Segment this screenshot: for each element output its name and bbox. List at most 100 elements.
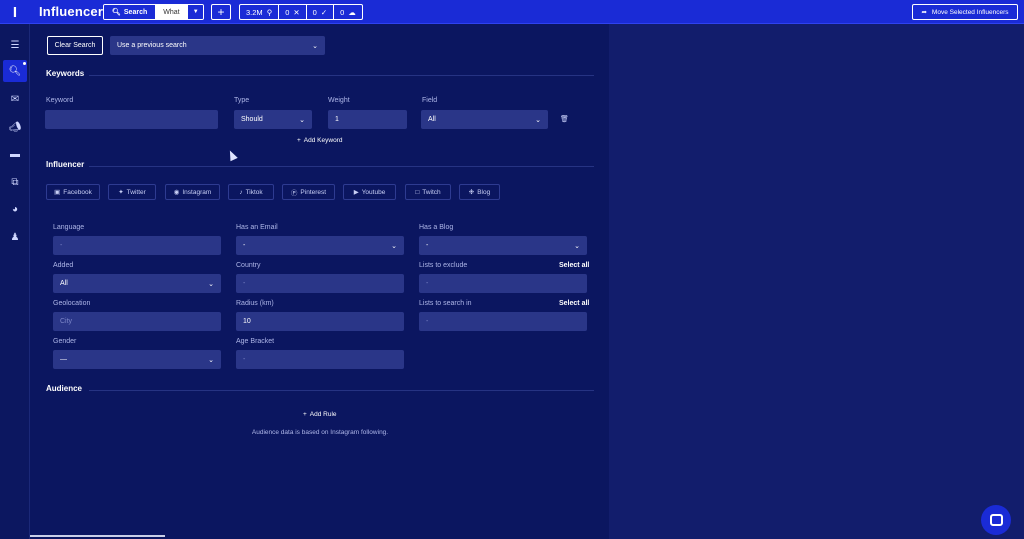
instagram-icon: ◉	[173, 189, 180, 196]
close-icon: ✕	[293, 7, 300, 17]
has-email-select[interactable]: - ⌄	[236, 236, 404, 255]
field-label: Field	[422, 97, 438, 104]
page-title: Influencers	[39, 4, 111, 19]
facebook-icon: ▣	[54, 189, 61, 196]
added-select[interactable]: All ⌄	[53, 274, 221, 293]
age-bracket-input[interactable]: -	[236, 350, 404, 369]
pie-chart-icon[interactable]: ◕	[3, 198, 27, 220]
chevron-down-icon: ⌄	[312, 42, 318, 50]
weight-input[interactable]: 1	[328, 110, 407, 129]
plus-icon: +	[303, 411, 307, 418]
audience-heading: Audience	[46, 384, 83, 393]
type-label: Type	[234, 97, 250, 104]
lists-exclude-label: Lists to exclude	[419, 262, 468, 269]
check-icon: ✓	[320, 7, 328, 17]
lists-search-label: Lists to search in	[419, 300, 472, 307]
added-label: Added	[53, 262, 74, 269]
stat-cloud[interactable]: 0 ☁︎	[334, 5, 362, 19]
cards-icon[interactable]: ▬	[3, 143, 27, 165]
divider	[89, 390, 594, 391]
search-mode-toggle: 🔍︎ Search What ▼	[103, 4, 205, 20]
youtube-icon: ▶	[353, 189, 359, 196]
top-bar: I Influencers 🔍︎ Search What ▼ + 3.2M ⚲ 0 ✕…	[0, 0, 1024, 24]
trash-icon[interactable]: 🗑︎	[560, 115, 569, 123]
plus-icon: +	[217, 5, 225, 19]
lists-exclude-select-all[interactable]: Select all	[559, 262, 589, 269]
geolocation-input[interactable]: City	[53, 312, 221, 331]
weight-label: Weight	[328, 97, 350, 104]
divider	[89, 166, 594, 167]
share-arrow-icon: ➦	[921, 9, 927, 16]
chevron-down-icon: ⌄	[391, 242, 397, 250]
platform-blog[interactable]: ❉ Blog	[459, 184, 500, 200]
plus-icon: +	[297, 137, 301, 144]
result-stats: 3.2M ⚲ 0 ✕ 0 ✓ 0 ☁︎	[239, 4, 363, 20]
influencer-heading: Influencer	[46, 160, 85, 169]
stat-total[interactable]: 3.2M ⚲	[240, 5, 280, 19]
keyword-label: Keyword	[46, 97, 74, 104]
clear-search-button[interactable]: Clear Search	[47, 36, 103, 55]
team-icon[interactable]: ♟	[3, 226, 27, 248]
list-icon[interactable]: ☰	[3, 34, 27, 56]
language-label: Language	[53, 224, 85, 231]
chevron-down-icon: ⌄	[535, 116, 541, 124]
results-pane	[609, 24, 1024, 539]
platform-instagram[interactable]: ◉ Instagram	[165, 184, 220, 200]
pinterest-icon: Ⓟ	[290, 190, 298, 197]
lists-search-select-all[interactable]: Select all	[559, 300, 589, 307]
app-logo[interactable]: I	[0, 0, 30, 24]
chevron-down-icon: ⌄	[574, 242, 580, 250]
what-mode-button[interactable]: What	[155, 5, 188, 19]
gender-select[interactable]: — ⌄	[53, 350, 221, 369]
megaphone-icon[interactable]: 📣︎	[3, 116, 27, 138]
chevron-down-icon: ⌄	[208, 280, 214, 288]
move-selected-button[interactable]: ➦ Move Selected Influencers	[912, 4, 1018, 20]
tiktok-icon: ♪	[239, 188, 243, 196]
share-icon[interactable]: ⧉	[3, 171, 27, 193]
stat-rejected[interactable]: 0 ✕	[279, 5, 307, 19]
age-bracket-label: Age Bracket	[236, 338, 275, 345]
scrollbar[interactable]	[30, 535, 165, 537]
gender-label: Gender	[53, 338, 77, 345]
type-select[interactable]: Should ⌄	[234, 110, 312, 129]
platform-tiktok[interactable]: ♪ Tiktok	[228, 184, 274, 200]
platform-pinterest[interactable]: Ⓟ Pinterest	[282, 184, 335, 200]
country-label: Country	[236, 262, 261, 269]
chat-button[interactable]	[981, 505, 1011, 535]
caret-down-icon[interactable]: ▼	[187, 5, 204, 19]
lists-search-input[interactable]: -	[419, 312, 587, 331]
blog-icon: ❉	[468, 189, 475, 196]
search-icon: ⚲	[266, 7, 273, 17]
keyword-input[interactable]	[45, 110, 218, 129]
search-panel: Clear Search Use a previous search ⌄ Keyw…	[31, 24, 609, 539]
has-email-label: Has an Email	[236, 224, 278, 231]
twitter-icon: ✦	[118, 189, 124, 196]
has-blog-label: Has a Blog	[419, 224, 454, 231]
add-keyword-button[interactable]: + Add Keyword	[297, 137, 342, 144]
audience-note: Audience data is based on Instagram foll…	[251, 429, 389, 436]
field-select[interactable]: All ⌄	[421, 110, 548, 129]
add-rule-button[interactable]: + Add Rule	[303, 411, 337, 418]
platform-twitch[interactable]: □ Twitch	[405, 184, 451, 200]
radius-input[interactable]: 10	[236, 312, 404, 331]
chevron-down-icon: ⌄	[208, 356, 214, 364]
add-button[interactable]: +	[211, 4, 231, 20]
keywords-heading: Keywords	[46, 69, 85, 78]
platform-twitter[interactable]: ✦ Twitter	[108, 184, 156, 200]
previous-search-select[interactable]: Use a previous search ⌄	[110, 36, 325, 55]
language-input[interactable]: -	[53, 236, 221, 255]
radius-label: Radius (km)	[236, 300, 274, 307]
has-blog-select[interactable]: - ⌄	[419, 236, 587, 255]
lists-exclude-input[interactable]: -	[419, 274, 587, 293]
cloud-icon: ☁︎	[348, 7, 356, 17]
platform-facebook[interactable]: ▣ Facebook	[46, 184, 100, 200]
search-mode-button[interactable]: 🔍︎ Search	[104, 5, 156, 19]
inbox-icon[interactable]: ✉︎	[3, 88, 27, 110]
chat-icon	[989, 514, 1003, 526]
twitch-icon: □	[415, 188, 420, 196]
stat-approved[interactable]: 0 ✓	[307, 5, 335, 19]
search-icon: 🔍︎	[112, 9, 121, 16]
platform-youtube[interactable]: ▶ Youtube	[343, 184, 396, 200]
country-input[interactable]: -	[236, 274, 404, 293]
search-icon[interactable]: 🔍︎	[3, 60, 27, 82]
